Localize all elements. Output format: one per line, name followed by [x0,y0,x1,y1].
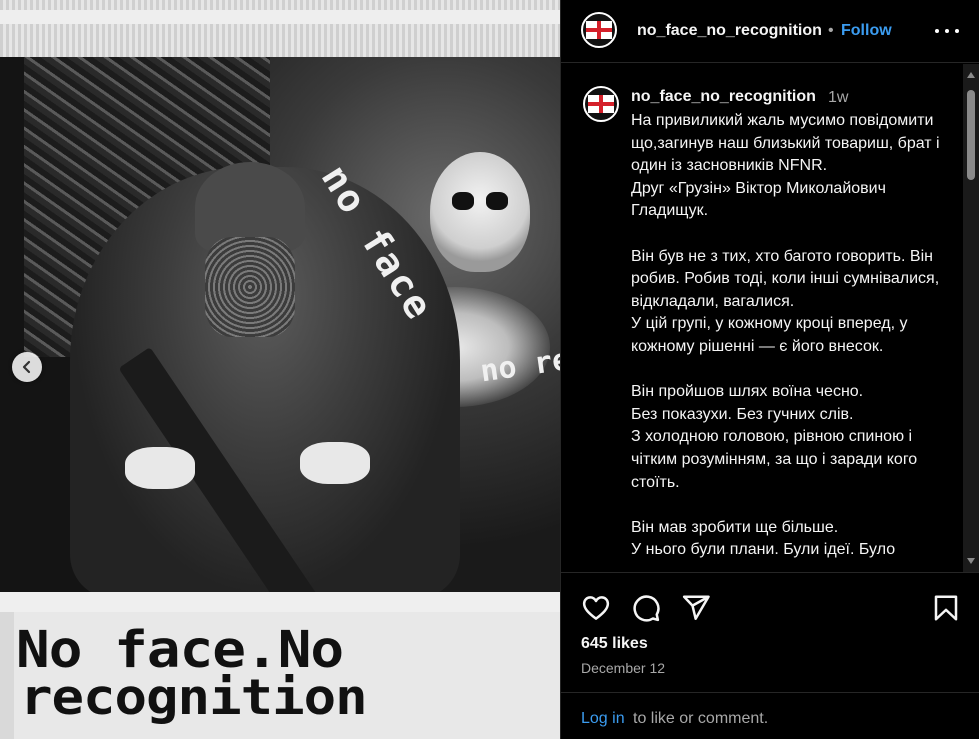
chevron-left-icon [22,360,31,374]
photo-bottom-strip [0,592,560,612]
flag-icon [586,21,612,39]
heart-icon[interactable] [581,593,611,623]
comment-icon[interactable] [631,593,661,623]
caption-username[interactable]: no_face_no_recognition [631,88,816,106]
carousel-prev-button[interactable] [12,352,42,382]
caption-text: На привиликий жаль мусимо повідомити що,… [631,112,940,559]
comments-section: no_face_no_recognition 1w На привиликий … [561,64,979,572]
media-logo-text: No face.No recognition [14,612,560,739]
scroll-up-arrow-icon[interactable] [967,72,975,78]
media-logo-line2: recognition [20,669,368,726]
caption-avatar[interactable] [583,86,619,122]
avatar[interactable] [581,12,617,48]
photo-top-strip [0,0,560,57]
header-separator: • [828,22,834,39]
caption-timestamp[interactable]: 1w [828,89,848,107]
hand-right [300,442,370,484]
scroll-down-arrow-icon[interactable] [967,558,975,564]
login-prompt-text: to like or comment. [633,710,769,727]
flag-icon [588,95,614,113]
bookmark-icon[interactable] [931,593,961,623]
more-horizontal-icon[interactable] [935,21,959,41]
post-details-panel: no_face_no_recognition • Follow no_face_… [560,0,979,739]
post-photo: no face no rec [0,57,560,592]
login-link[interactable]: Log in [581,710,625,728]
likes-count[interactable]: 645 likes [581,635,648,653]
skull-graphic [430,152,530,272]
post-date[interactable]: December 12 [581,660,665,676]
scrollbar-thumb[interactable] [967,90,975,180]
hand-left [125,447,195,489]
share-icon[interactable] [681,593,711,623]
post-header: no_face_no_recognition • Follow [561,0,979,63]
header-username[interactable]: no_face_no_recognition [637,22,822,40]
follow-button[interactable]: Follow [841,22,892,40]
comments-scrollbar[interactable] [963,64,979,572]
face-mask [205,237,295,337]
post-media: no face no rec No face.No recognition [0,0,560,739]
